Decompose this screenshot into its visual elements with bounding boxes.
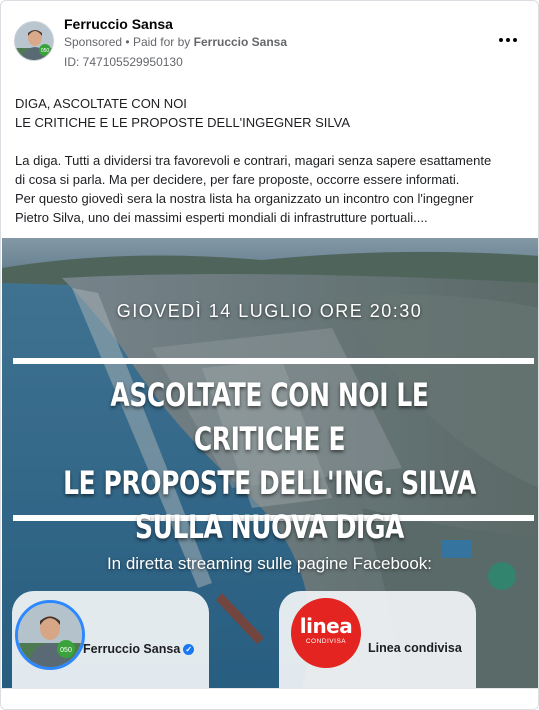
svg-text:050: 050 (60, 647, 72, 654)
paid-for-by-name: Ferruccio Sansa (193, 35, 288, 49)
page-name-left-text: Ferruccio Sansa (83, 642, 181, 656)
ad-header: 050 Ferruccio Sansa Sponsored • Paid for… (1, 1, 538, 81)
streaming-caption: In diretta streaming sulle pagine Facebo… (106, 554, 433, 573)
meta-separator: • (125, 35, 130, 49)
body-line: LE CRITICHE E LE PROPOSTE DELL'INGEGNER … (15, 115, 351, 130)
card-footer (1, 688, 538, 709)
headline-line: ASCOLTATE CON NOI LE CRITICHE E (110, 376, 429, 458)
body-line: DIGA, ASCOLTATE CON NOI (15, 96, 187, 111)
sponsored-label: Sponsored (64, 35, 123, 49)
body-gap (15, 132, 529, 151)
ad-id: ID: 747105529950130 (64, 55, 183, 69)
body-line: Pietro Silva, uno dei massimi esperti mo… (15, 210, 428, 225)
top-white-rule (13, 358, 534, 364)
ad-body-text: DIGA, ASCOLTATE CON NOI LE CRITICHE E LE… (15, 94, 529, 227)
body-line: La diga. Tutti a dividersi tra favorevol… (15, 153, 492, 168)
advertiser-name[interactable]: Ferruccio Sansa (64, 16, 173, 32)
page-card-ferruccio: 050 (12, 591, 209, 688)
linea-condivisa-logo: linea CONDIVISA (291, 598, 361, 668)
paid-for-by-prefix: Paid for by (132, 35, 191, 49)
svg-text:050: 050 (41, 48, 50, 54)
sponsored-line: Sponsored • Paid for by Ferruccio Sansa (64, 35, 287, 49)
logo-sub: CONDIVISA (305, 638, 347, 645)
advertiser-avatar[interactable]: 050 (14, 21, 54, 61)
creative-headline: ASCOLTATE CON NOI LE CRITICHE E LE PROPO… (60, 373, 479, 549)
page-name-right: Linea condivisa (368, 641, 462, 655)
verified-badge-icon: ✓ (183, 644, 195, 655)
event-datetime: GIOVEDÌ 14 LUGLIO ORE 20:30 (116, 301, 423, 321)
headline-line: SULLA NUOVA DIGA (135, 508, 404, 546)
more-horizontal-icon[interactable] (497, 31, 519, 47)
headline-line: LE PROPOSTE DELL'ING. SILVA (63, 464, 476, 502)
logo-word: linea (299, 614, 353, 638)
body-line: Per questo giovedì sera la nostra lista … (15, 191, 474, 206)
body-line: di cosa si parla. Ma per decidere, per f… (15, 172, 460, 187)
page-avatar: 050 (15, 600, 85, 670)
page-name-left: Ferruccio Sansa ✓ (83, 642, 195, 656)
ad-card: 050 Ferruccio Sansa Sponsored • Paid for… (0, 0, 539, 710)
